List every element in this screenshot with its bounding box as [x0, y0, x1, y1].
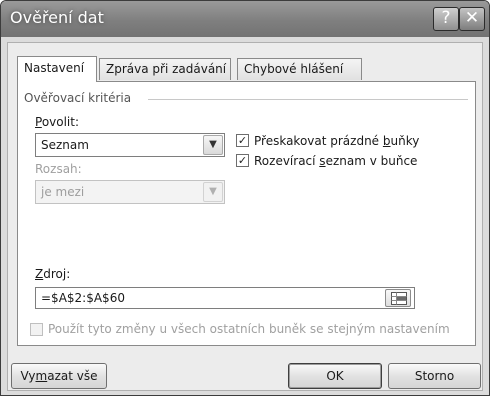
- help-icon: ?: [441, 8, 451, 28]
- allow-select[interactable]: Seznam ▼: [35, 133, 225, 157]
- allow-label-hotkey: P: [35, 115, 42, 129]
- allow-value: Seznam: [41, 138, 89, 152]
- checkmark-icon: ✓: [237, 154, 248, 167]
- source-label-text: droj:: [43, 267, 71, 281]
- ignore-blank-text: Přeskakovat prázdné: [254, 134, 383, 148]
- clear-all-text-end: azat vše: [47, 369, 98, 383]
- tab-settings[interactable]: Nastavení: [17, 56, 97, 82]
- checkmark-icon: ✓: [237, 134, 248, 147]
- clear-all-hotkey: m: [35, 369, 48, 383]
- title-bar[interactable]: Ověření dat ? ✕: [1, 1, 489, 37]
- allow-label: Povolit:: [35, 115, 79, 129]
- chevron-down-icon[interactable]: ▼: [203, 182, 223, 202]
- tab-settings-label: Nastavení: [24, 61, 85, 75]
- apply-all-checkbox[interactable]: [30, 323, 43, 336]
- tab-input-message[interactable]: Zpráva při zadávání: [99, 58, 231, 80]
- range-select-button[interactable]: [385, 289, 411, 307]
- data-value: je mezi: [41, 185, 85, 199]
- dialog-body: Nastavení Zpráva při zadávání Chybové hl…: [7, 42, 483, 391]
- source-value: =$A$2:$A$60: [41, 291, 125, 305]
- ignore-blank-checkbox[interactable]: ✓: [236, 134, 249, 147]
- in-cell-dropdown-label[interactable]: Rozevírací seznam v buňce: [254, 154, 417, 168]
- range-select-icon: [391, 292, 407, 305]
- settings-panel: Ověřovací kritéria Povolit: Seznam ▼ Roz…: [17, 81, 476, 346]
- data-validation-dialog: Ověření dat ? ✕ Nastavení Zpráva při zad…: [0, 0, 490, 396]
- in-cell-dropdown-text-end: eznam v buňce: [325, 154, 418, 168]
- tab-error-alert-label: Chybové hlášení: [244, 62, 344, 76]
- in-cell-dropdown-checkbox[interactable]: ✓: [236, 154, 249, 167]
- allow-label-text: ovolit:: [41, 115, 80, 129]
- source-label-hotkey: Z: [35, 267, 44, 281]
- data-label: Rozsah:: [35, 162, 82, 176]
- clear-all-button[interactable]: Vymazat vše: [11, 363, 107, 389]
- close-button[interactable]: ✕: [459, 7, 485, 31]
- ok-button[interactable]: OK: [288, 363, 382, 389]
- help-button[interactable]: ?: [433, 7, 459, 31]
- source-input[interactable]: =$A$2:$A$60: [35, 287, 415, 309]
- tab-error-alert[interactable]: Chybové hlášení: [237, 58, 362, 80]
- data-select[interactable]: je mezi ▼: [35, 180, 225, 204]
- dialog-title: Ověření dat: [10, 8, 104, 27]
- tab-input-message-label: Zpráva při zadávání: [106, 62, 227, 76]
- ignore-blank-hotkey: b: [382, 134, 391, 148]
- in-cell-dropdown-text: Rozevírací: [254, 154, 320, 168]
- criteria-group-label: Ověřovací kritéria: [24, 91, 132, 105]
- apply-all-label[interactable]: Použít tyto změny u všech ostatních buně…: [48, 322, 450, 336]
- ignore-blank-label[interactable]: Přeskakovat prázdné buňky: [254, 134, 419, 148]
- chevron-down-icon[interactable]: ▼: [203, 135, 223, 155]
- cancel-button[interactable]: Storno: [388, 363, 481, 389]
- ignore-blank-text-end: uňky: [390, 134, 420, 148]
- clear-all-text: Vy: [20, 369, 36, 383]
- group-divider: [148, 99, 468, 100]
- close-icon: ✕: [464, 8, 480, 28]
- source-label: Zdroj:: [35, 267, 70, 281]
